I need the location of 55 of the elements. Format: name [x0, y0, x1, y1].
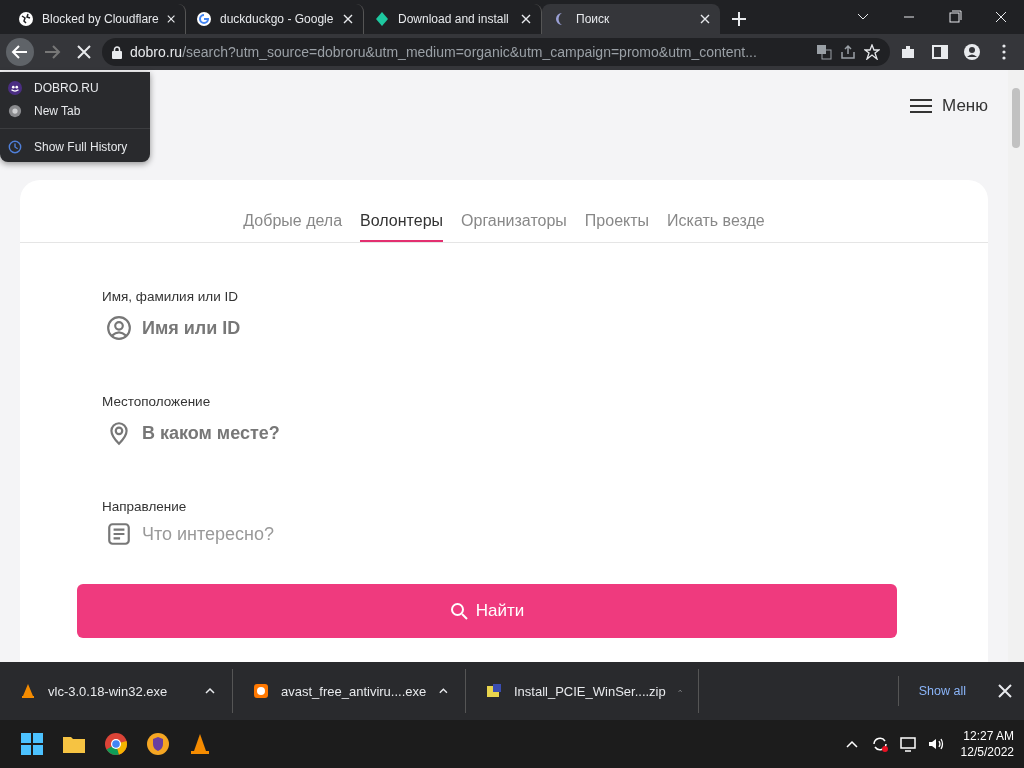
history-icon [8, 139, 22, 154]
input-field[interactable]: В каком месте? [142, 422, 280, 444]
sync-icon[interactable] [870, 735, 889, 753]
globe-icon [18, 11, 34, 27]
puzzle-icon [899, 43, 917, 61]
menu-icon [910, 98, 933, 114]
user-icon [963, 43, 981, 61]
star-icon[interactable] [864, 44, 880, 60]
close-icon[interactable] [998, 684, 1012, 698]
close-icon [75, 43, 93, 61]
document-icon [106, 521, 132, 547]
new-tab-icon[interactable] [732, 12, 746, 26]
windows-start-icon[interactable] [18, 730, 46, 758]
field-label: Имя, фамилия или ID [102, 289, 238, 304]
monitor-icon[interactable] [898, 735, 917, 753]
forward-arrow-icon [43, 43, 61, 61]
shield-icon[interactable] [144, 730, 172, 758]
history-item[interactable]: New Tab [0, 99, 150, 122]
search-button[interactable]: Найти [77, 584, 897, 638]
more-icon [1002, 44, 1006, 60]
browser-tab[interactable]: Поиск [542, 4, 720, 34]
share-icon[interactable] [840, 44, 856, 60]
search-tab[interactable]: Проекты [584, 212, 650, 242]
history-item[interactable]: DOBRO.RU [0, 76, 150, 99]
close-icon[interactable] [166, 14, 175, 24]
back-arrow-icon [11, 43, 29, 61]
close-icon[interactable] [700, 14, 710, 24]
field-label: Местоположение [102, 394, 211, 409]
show-all-link[interactable]: Show all [897, 676, 986, 706]
close-icon[interactable] [521, 14, 531, 24]
back-button[interactable] [6, 38, 34, 66]
download-item[interactable]: Install_PCIE_WinSer....zip [466, 669, 699, 713]
field-label: Направление [102, 499, 187, 514]
translate-icon[interactable] [816, 44, 832, 60]
side-panel-icon [931, 43, 949, 61]
search-icon [449, 602, 468, 620]
user-icon [106, 315, 132, 341]
input-field[interactable]: Имя или ID [142, 317, 241, 339]
clock[interactable]: 12:27 AM 12/5/2022 [960, 729, 1014, 759]
archive-icon [486, 683, 502, 699]
close-icon[interactable] [343, 14, 353, 24]
menu-button[interactable]: Меню [910, 96, 988, 116]
search-tab[interactable]: Добрые дела [243, 212, 343, 242]
address-bar[interactable]: dobro.ru/search?utm_source=dobroru&utm_medium=organic&utm_campaign=promo&utm_content... [102, 38, 890, 66]
search-tab[interactable]: Волонтеры [360, 212, 444, 242]
search-tab[interactable]: Организаторы [461, 212, 567, 242]
traffic-cone-icon [20, 683, 36, 699]
show-full-history-item[interactable]: Show Full History [0, 135, 150, 158]
download-item[interactable]: vlc-3.0.18-win32.exe [0, 669, 233, 713]
search-tab[interactable]: Искать везде [667, 212, 765, 242]
url-text: dobro.ru/search?utm_source=dobroru&utm_medium=organic&utm_campaign=promo&utm_content... [130, 44, 758, 60]
lock-icon [112, 45, 122, 59]
download-item[interactable]: avast_free_antiviru....exe [233, 669, 466, 713]
scrollbar-thumb[interactable] [1012, 88, 1020, 148]
diamond-icon [374, 11, 390, 27]
